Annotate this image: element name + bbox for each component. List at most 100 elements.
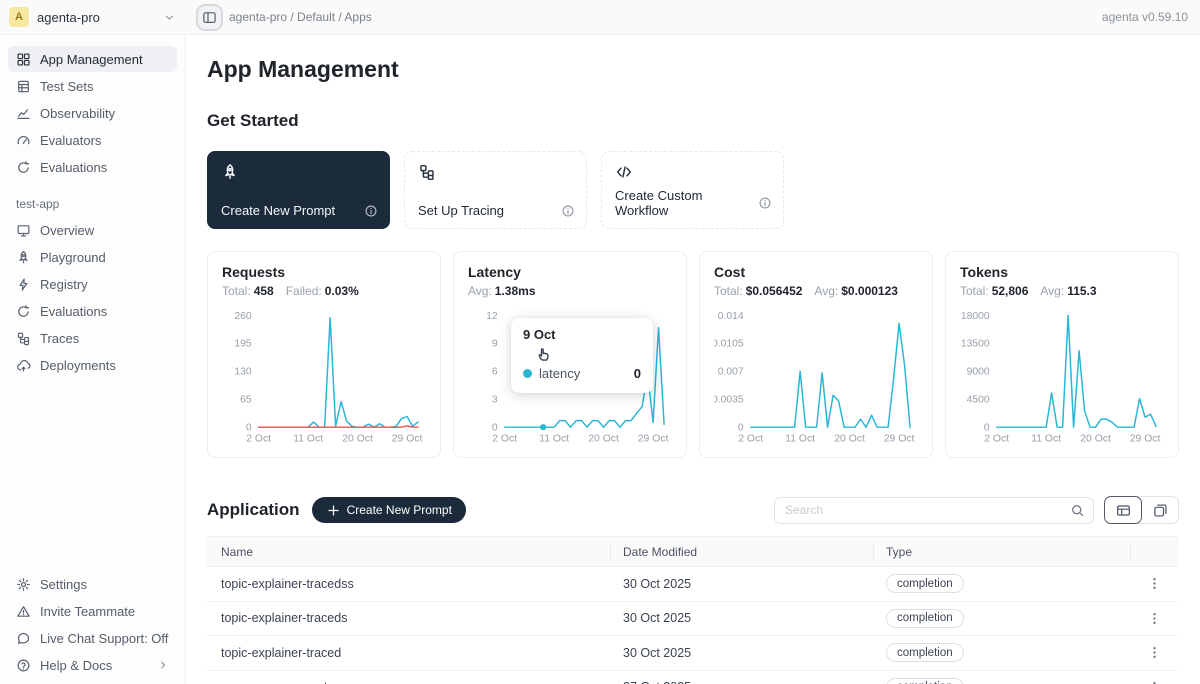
metrics-charts: RequestsTotal:458Failed:0.03%06513019526…	[207, 251, 1179, 458]
table-view-button[interactable]	[1104, 496, 1142, 524]
column-header-name[interactable]: Name	[207, 545, 610, 559]
svg-text:29 Oct: 29 Oct	[392, 434, 423, 445]
app-date-modified: 30 Oct 2025	[610, 646, 873, 660]
tokens-line-chart: 04500900013500180002 Oct11 Oct20 Oct29 O…	[960, 306, 1164, 448]
test-sets-icon	[16, 79, 31, 94]
row-actions-menu-icon[interactable]	[1147, 645, 1162, 660]
application-heading: Application	[207, 500, 300, 520]
card-label: Create Custom Workflow	[615, 188, 758, 218]
application-header: Application Create New Prompt	[207, 496, 1179, 524]
sidebar-item-app-management[interactable]: App Management	[8, 46, 177, 72]
search-icon[interactable]	[1061, 498, 1093, 523]
get-started-card-create-custom-workflow[interactable]: Create Custom Workflow	[601, 151, 784, 229]
search-input[interactable]	[775, 503, 1061, 517]
sidebar-item-evaluations[interactable]: Evaluations	[8, 298, 177, 324]
sidebar-item-deployments[interactable]: Deployments	[8, 352, 177, 378]
row-actions-menu-icon[interactable]	[1147, 611, 1162, 626]
svg-text:11 Oct: 11 Oct	[785, 434, 815, 445]
view-toggle	[1104, 496, 1179, 524]
sidebar-item-test-sets[interactable]: Test Sets	[8, 73, 177, 99]
chart-title: Tokens	[960, 264, 1164, 280]
sidebar-item-settings[interactable]: Settings	[8, 571, 177, 597]
sidebar-item-label: Traces	[40, 331, 79, 346]
svg-text:0.014: 0.014	[718, 311, 744, 322]
column-header-type[interactable]: Type	[873, 545, 1130, 559]
svg-text:195: 195	[234, 339, 252, 350]
app-name[interactable]: topic-explainer-traced	[207, 646, 610, 660]
app-name[interactable]: career-assessment	[207, 680, 610, 684]
chart-card-latency: LatencyAvg:1.38ms0369122 Oct11 Oct20 Oct…	[453, 251, 687, 458]
sidebar-item-evaluators[interactable]: Evaluators	[8, 127, 177, 153]
sidebar-toggle-button[interactable]	[196, 4, 223, 31]
app-date-modified: 27 Oct 2025	[610, 680, 873, 684]
table-header: Name Date Modified Type	[207, 536, 1179, 567]
sidebar-item-label: Test Sets	[40, 79, 93, 94]
chart-title: Latency	[468, 264, 672, 280]
svg-text:0: 0	[246, 423, 252, 434]
panel-left-icon	[202, 10, 217, 25]
help-icon	[16, 658, 31, 673]
table-settings-icon[interactable]	[1147, 544, 1162, 559]
get-started-heading: Get Started	[207, 111, 1179, 131]
chevron-right-icon	[157, 659, 169, 671]
svg-text:0: 0	[738, 423, 744, 434]
svg-text:2 Oct: 2 Oct	[246, 434, 271, 445]
sidebar-item-traces[interactable]: Traces	[8, 325, 177, 351]
info-icon	[364, 204, 378, 218]
row-actions-menu-icon[interactable]	[1147, 680, 1162, 684]
cloud-icon	[16, 358, 31, 373]
type-badge: completion	[886, 678, 964, 684]
table-body: topic-explainer-tracedss30 Oct 2025compl…	[207, 567, 1179, 684]
sidebar-item-label: Evaluators	[40, 133, 101, 148]
svg-text:0.0035: 0.0035	[714, 395, 744, 406]
table-row[interactable]: topic-explainer-traceds30 Oct 2025comple…	[207, 602, 1179, 637]
chart-stat: Avg:$0.000123	[814, 284, 898, 298]
svg-text:4500: 4500	[967, 395, 990, 406]
sidebar-item-evaluations[interactable]: Evaluations	[8, 154, 177, 180]
sidebar-item-observability[interactable]: Observability	[8, 100, 177, 126]
chart-stat: Avg:1.38ms	[468, 284, 536, 298]
sidebar-item-label: Evaluations	[40, 304, 107, 319]
chart-title: Cost	[714, 264, 918, 280]
monitor-icon	[16, 223, 31, 238]
sidebar-item-invite-teammate[interactable]: Invite Teammate	[8, 598, 177, 624]
app-name[interactable]: topic-explainer-traceds	[207, 611, 610, 625]
create-new-prompt-label: Create New Prompt	[347, 503, 452, 517]
svg-text:260: 260	[234, 311, 252, 322]
rocket-icon	[221, 163, 376, 181]
sidebar-item-registry[interactable]: Registry	[8, 271, 177, 297]
chart-stat: Total:458	[222, 284, 274, 298]
chart-card-cost: CostTotal:$0.056452Avg:$0.00012300.00350…	[699, 251, 933, 458]
table-row[interactable]: career-assessment27 Oct 2025 completion	[207, 671, 1179, 684]
svg-text:9: 9	[492, 339, 498, 350]
sidebar-item-help-docs[interactable]: Help & Docs	[8, 652, 177, 678]
row-actions-menu-icon[interactable]	[1147, 576, 1162, 591]
sidebar-item-playground[interactable]: Playground	[8, 244, 177, 270]
create-new-prompt-button[interactable]: Create New Prompt	[312, 497, 466, 523]
get-started-card-set-up-tracing[interactable]: Set Up Tracing	[404, 151, 587, 229]
app-name[interactable]: topic-explainer-tracedss	[207, 577, 610, 591]
column-header-date-modified[interactable]: Date Modified	[610, 545, 873, 559]
sidebar-item-live-chat-support-off[interactable]: Live Chat Support: Off	[8, 625, 177, 651]
svg-text:20 Oct: 20 Oct	[834, 434, 865, 445]
svg-text:130: 130	[234, 367, 252, 378]
svg-text:29 Oct: 29 Oct	[884, 434, 915, 445]
svg-text:11 Oct: 11 Oct	[539, 434, 569, 445]
breadcrumb[interactable]: agenta-pro / Default / Apps	[229, 10, 372, 24]
table-row[interactable]: topic-explainer-tracedss30 Oct 2025compl…	[207, 567, 1179, 602]
app-section-label: test-app	[16, 197, 169, 211]
applications-table: Name Date Modified Type topic-explainer-…	[207, 536, 1179, 684]
version-label: agenta v0.59.10	[1102, 10, 1200, 24]
card-view-button[interactable]	[1141, 496, 1179, 524]
svg-text:20 Oct: 20 Oct	[588, 434, 619, 445]
sidebar-item-overview[interactable]: Overview	[8, 217, 177, 243]
info-icon	[758, 196, 772, 210]
svg-text:3: 3	[492, 395, 498, 406]
table-row[interactable]: topic-explainer-traced30 Oct 2025complet…	[207, 636, 1179, 671]
svg-text:29 Oct: 29 Oct	[638, 434, 669, 445]
app-date-modified: 30 Oct 2025	[610, 577, 873, 591]
svg-text:18000: 18000	[961, 311, 990, 322]
tooltip-date: 9 Oct	[523, 327, 641, 342]
workspace-selector[interactable]: A agenta-pro	[0, 7, 186, 27]
get-started-card-create-new-prompt[interactable]: Create New Prompt	[207, 151, 390, 229]
